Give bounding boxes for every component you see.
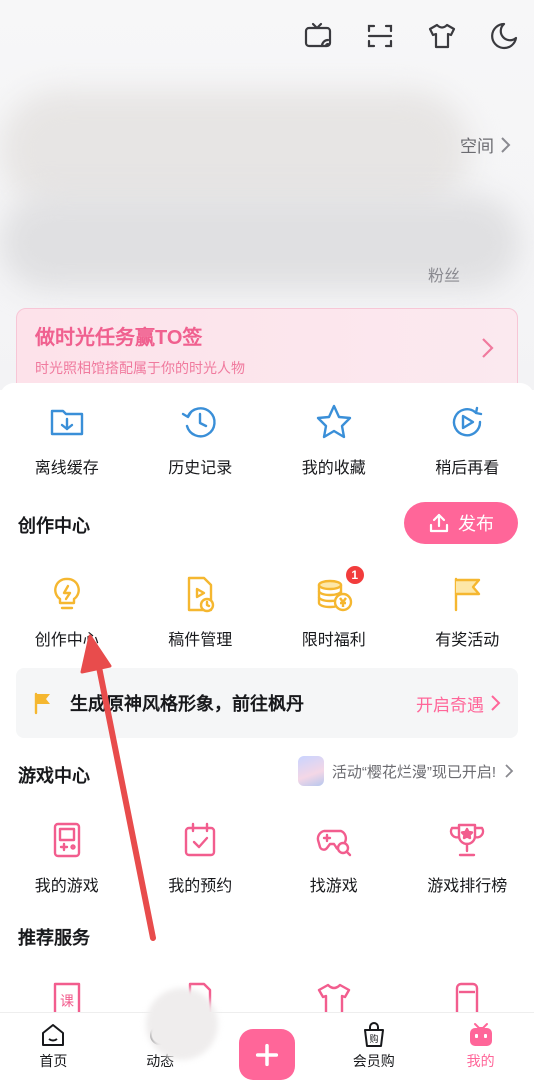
nav-label: 我的 [466, 1053, 495, 1069]
flag-icon [445, 572, 489, 616]
flag-icon [34, 692, 50, 715]
trophy-icon [445, 818, 489, 862]
quick-action-watch-later[interactable]: 稍后再看 [401, 400, 534, 478]
space-link[interactable]: 空间 [460, 132, 512, 157]
publish-label: 发布 [458, 514, 494, 534]
tv-face-icon [469, 1023, 492, 1046]
svg-text:购: 购 [369, 1033, 378, 1044]
gamepad-device-icon [45, 818, 89, 862]
quick-action-label: 历史记录 [168, 460, 233, 477]
chevron-right-icon [501, 136, 511, 153]
history-clock-icon [178, 400, 222, 444]
quick-actions-row: 离线缓存 历史记录 我的收藏 稍后再看 [0, 400, 534, 478]
game-item-label: 游戏排行榜 [427, 878, 508, 895]
nav-post[interactable] [214, 1013, 321, 1080]
download-folder-icon [45, 400, 89, 444]
calendar-check-icon [178, 818, 222, 862]
quick-action-history[interactable]: 历史记录 [134, 400, 268, 478]
svg-text:课: 课 [60, 993, 74, 1009]
video-file-icon [178, 572, 222, 616]
nav-label: 首页 [39, 1053, 68, 1069]
upload-icon [429, 513, 449, 533]
creation-item-label: 稿件管理 [168, 632, 233, 649]
bottom-nav: 首页 动态 购 会员购 我的 [0, 1012, 534, 1080]
chevron-right-icon [505, 764, 514, 778]
creation-item-limited-welfare[interactable]: 1 限时福利 [267, 564, 401, 650]
shirt-icon[interactable] [424, 18, 460, 54]
quick-action-favorites[interactable]: 我的收藏 [267, 400, 401, 478]
game-item-label: 找游戏 [309, 878, 358, 895]
chevron-right-icon [491, 695, 501, 711]
game-promo-link[interactable]: 活动“樱花烂漫”现已开启! [297, 756, 514, 786]
quick-action-label: 我的收藏 [301, 460, 366, 477]
notification-badge: 1 [343, 564, 366, 586]
game-item-label: 我的游戏 [34, 878, 99, 895]
star-icon [312, 400, 356, 444]
game-row: 我的游戏 我的预约 找游戏 游戏排行榜 [0, 818, 534, 896]
coins-icon: 1 [312, 564, 366, 616]
game-item-my-games[interactable]: 我的游戏 [0, 818, 134, 896]
creation-item-center[interactable]: 创作中心 [0, 572, 134, 650]
plus-button[interactable] [238, 1029, 295, 1080]
game-item-find-games[interactable]: 找游戏 [267, 818, 401, 896]
publish-button[interactable]: 发布 [404, 502, 518, 544]
creation-row: 创作中心 稿件管理 1 限时福利 有奖活动 [0, 564, 534, 650]
creation-item-prize-activities[interactable]: 有奖活动 [401, 572, 534, 650]
space-label: 空间 [460, 137, 494, 156]
game-center-title: 游戏中心 [18, 766, 90, 786]
promo-subtitle: 时光照相馆搭配属于你的时光人物 [35, 360, 245, 376]
game-item-reservations[interactable]: 我的预约 [134, 818, 268, 896]
lightbulb-icon [45, 572, 89, 616]
redacted-circle [146, 988, 218, 1060]
controller-search-icon [312, 818, 356, 862]
nav-mine[interactable]: 我的 [427, 1013, 534, 1080]
top-toolbar [300, 18, 522, 54]
game-character-avatar [297, 756, 324, 786]
redacted-profile-area [0, 90, 470, 210]
game-item-leaderboard[interactable]: 游戏排行榜 [401, 818, 534, 896]
quick-action-label: 离线缓存 [34, 460, 99, 477]
home-icon [42, 1024, 65, 1046]
nav-shop[interactable]: 购 会员购 [320, 1013, 427, 1080]
game-item-label: 我的预约 [168, 878, 233, 895]
quick-action-offline-cache[interactable]: 离线缓存 [0, 400, 134, 478]
moon-icon[interactable] [486, 18, 522, 54]
chevron-right-icon [482, 338, 494, 358]
fans-label: 粉丝 [428, 268, 461, 285]
banner-text: 生成原神风格形象，前往枫丹 [70, 694, 304, 714]
game-promo-text: 活动“樱花烂漫”现已开启! [331, 763, 496, 781]
quick-action-label: 稍后再看 [435, 460, 500, 477]
creation-center-title: 创作中心 [18, 516, 90, 536]
plus-icon [255, 1043, 279, 1066]
creation-item-label: 限时福利 [301, 632, 366, 649]
creation-item-label: 创作中心 [34, 632, 99, 649]
tv-cast-icon[interactable] [300, 18, 336, 54]
nav-label: 会员购 [352, 1053, 395, 1069]
watch-later-icon [445, 400, 489, 444]
creation-item-label: 有奖活动 [435, 632, 500, 649]
banner-action-label: 开启奇遇 [416, 695, 484, 715]
scan-icon[interactable] [362, 18, 398, 54]
creation-item-manuscripts[interactable]: 稿件管理 [134, 572, 268, 650]
recommended-services-title: 推荐服务 [18, 928, 90, 948]
shop-bag-icon: 购 [363, 1022, 384, 1047]
event-banner[interactable]: 生成原神风格形象，前往枫丹 开启奇遇 [16, 668, 518, 738]
banner-action[interactable]: 开启奇遇 [416, 691, 502, 716]
promo-title: 做时光任务赢TO签 [35, 327, 203, 349]
nav-home[interactable]: 首页 [0, 1013, 107, 1080]
